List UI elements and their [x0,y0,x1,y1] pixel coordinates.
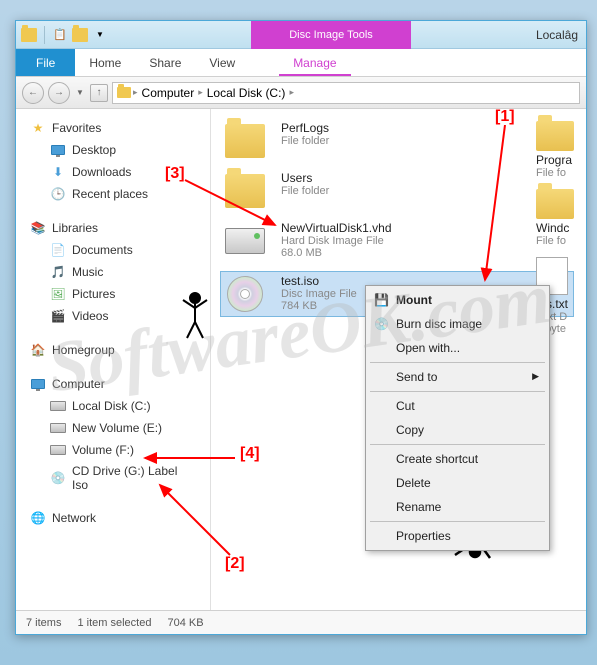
titlebar: 📋 ▼ Disc Image Tools Localâg [16,21,586,49]
burn-icon: 💿 [374,317,388,331]
downloads-icon: ⬇ [50,164,66,180]
menu-item-create-shortcut[interactable]: Create shortcut [368,447,547,471]
libraries-icon: 📚 [30,220,46,236]
menu-item-copy[interactable]: Copy [368,418,547,442]
forward-button[interactable]: → [48,82,70,104]
sidebar-homegroup[interactable]: 🏠Homegroup [16,339,210,361]
drive-icon [117,87,131,98]
menu-item-properties[interactable]: Properties [368,524,547,548]
chevron-right-icon: ▶ [532,371,539,382]
homegroup-icon: 🏠 [30,342,46,358]
menu-item-mount[interactable]: 💾Mount [368,288,547,312]
documents-icon: 📄 [50,242,66,258]
sidebar-libraries[interactable]: 📚Libraries [16,217,210,239]
sidebar-item-documents[interactable]: 📄Documents [16,239,210,261]
address-bar[interactable]: ▸ Computer ▸ Local Disk (C:) ▸ [112,82,580,104]
list-item[interactable]: UsersFile folder [223,171,574,211]
folder-icon [536,121,574,151]
folder-icon [225,124,265,158]
navigation-bar: ← → ▼ ↑ ▸ Computer ▸ Local Disk (C:) ▸ [16,77,586,109]
history-dropdown-icon[interactable]: ▼ [74,88,86,97]
window-title: Localâg [536,28,578,42]
menu-item-cut[interactable]: Cut [368,394,547,418]
drive-icon: 💾 [374,293,388,307]
back-button[interactable]: ← [22,82,44,104]
drive-icon [50,398,66,414]
sidebar-computer[interactable]: Computer [16,373,210,395]
sidebar-item-desktop[interactable]: Desktop [16,139,210,161]
sidebar-network[interactable]: 🌐Network [16,507,210,529]
properties-icon[interactable]: 📋 [51,26,69,44]
sidebar-item-recent[interactable]: 🕒Recent places [16,183,210,205]
sidebar-item-volume-f[interactable]: Volume (F:) [16,439,210,461]
cd-drive-icon: 💿 [50,470,66,486]
menu-item-burn[interactable]: 💿Burn disc image [368,312,547,336]
context-menu: 💾Mount 💿Burn disc image Open with... Sen… [365,285,550,551]
sidebar-item-local-disk-c[interactable]: Local Disk (C:) [16,395,210,417]
selection-count: 1 item selected [77,617,151,629]
sidebar-favorites[interactable]: ★Favorites [16,117,210,139]
list-item[interactable]: NewVirtualDisk1.vhdHard Disk Image File6… [223,221,574,261]
music-icon: 🎵 [50,264,66,280]
navigation-pane: ★Favorites Desktop ⬇Downloads 🕒Recent pl… [16,109,211,610]
computer-icon [30,376,46,392]
tab-file[interactable]: File [16,49,75,76]
drive-icon [50,442,66,458]
folder-icon[interactable] [20,26,38,44]
menu-item-rename[interactable]: Rename [368,495,547,519]
chevron-right-icon: ▸ [289,87,294,98]
folder-icon [536,189,574,219]
folder-icon [225,174,265,208]
chevron-right-icon: ▸ [198,87,203,98]
vhd-icon [225,228,265,254]
list-item[interactable]: WindcFile fo [536,189,586,247]
pictures-icon: 🖼 [50,286,66,302]
selection-size: 704 KB [167,617,203,629]
breadcrumb[interactable]: Computer [140,86,197,100]
menu-item-open-with[interactable]: Open with... [368,336,547,360]
tab-share[interactable]: Share [135,49,195,76]
new-folder-icon[interactable] [71,26,89,44]
recent-icon: 🕒 [50,186,66,202]
list-item[interactable]: PrograFile fo [536,121,586,179]
list-item[interactable]: PerfLogsFile folder [223,121,574,161]
item-count: 7 items [26,617,61,629]
contextual-tab-label: Disc Image Tools [251,21,411,49]
chevron-right-icon: ▸ [133,87,138,98]
up-button[interactable]: ↑ [90,84,108,102]
tab-manage[interactable]: Manage [279,49,350,76]
breadcrumb[interactable]: Local Disk (C:) [205,86,288,100]
qat: 📋 ▼ [20,26,109,44]
desktop-icon [50,142,66,158]
sidebar-item-downloads[interactable]: ⬇Downloads [16,161,210,183]
qat-dropdown-icon[interactable]: ▼ [91,26,109,44]
menu-item-send-to[interactable]: Send to▶ [368,365,547,389]
sidebar-item-cd-drive-g[interactable]: 💿CD Drive (G:) Label Iso [16,461,210,495]
stick-figure-icon [175,290,215,340]
status-bar: 7 items 1 item selected 704 KB [16,610,586,634]
sidebar-item-new-volume-e[interactable]: New Volume (E:) [16,417,210,439]
videos-icon: 🎬 [50,308,66,324]
iso-icon [227,276,263,312]
sidebar-item-music[interactable]: 🎵Music [16,261,210,283]
drive-icon [50,420,66,436]
tab-view[interactable]: View [195,49,249,76]
menu-item-delete[interactable]: Delete [368,471,547,495]
network-icon: 🌐 [30,510,46,526]
tab-home[interactable]: Home [75,49,135,76]
star-icon: ★ [30,120,46,136]
ribbon-tabs: File Home Share View Manage [16,49,586,77]
